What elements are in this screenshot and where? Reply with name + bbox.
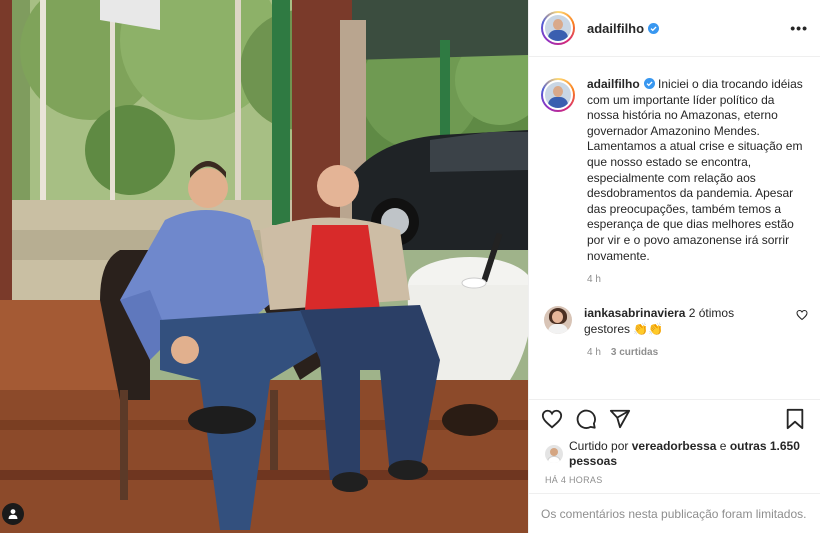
likes-summary: Curtido por vereadorbessa e outras 1.650… [529,437,820,471]
heart-icon[interactable] [541,408,563,430]
comment-text: iankasabrinaviera 2 ótimos gestores 👏👏 [584,305,778,337]
instagram-post: adailfilho ••• adailfilho Iniciei o dia … [0,0,820,533]
comment-like-heart-icon[interactable] [796,309,808,321]
liker-username[interactable]: vereadorbessa [632,439,717,453]
post-timestamp[interactable]: HÁ 4 HORAS [529,471,820,493]
photo-illustration [0,0,528,533]
more-options-button[interactable]: ••• [790,20,808,36]
comment-likes-count[interactable]: 3 curtidas [611,347,658,358]
likes-text: Curtido por vereadorbessa e outras 1.650… [569,439,800,468]
commenter-username[interactable]: iankasabrinaviera [584,306,685,320]
comment-item: iankasabrinaviera 2 ótimos gestores 👏👏 [541,305,808,337]
bookmark-icon[interactable] [784,408,806,430]
user-tag-icon [8,509,18,519]
caption: adailfilho Iniciei o dia trocando idéias… [541,77,808,264]
caption-author-avatar[interactable] [541,78,575,112]
comments-section: adailfilho Iniciei o dia trocando idéias… [529,57,820,399]
comments-limited-notice: Os comentários nesta publicação foram li… [529,493,820,533]
verified-badge-icon [643,78,655,89]
commenter-avatar[interactable] [544,306,572,335]
post-header: adailfilho ••• [529,0,820,57]
caption-body: Iniciei o dia trocando idéias com um imp… [587,77,803,263]
verified-badge-icon [648,22,660,34]
action-bar [529,399,820,437]
share-icon[interactable] [609,408,631,430]
comment-icon[interactable] [575,408,597,430]
caption-text: adailfilho Iniciei o dia trocando idéias… [587,77,808,264]
liker-avatar[interactable] [545,445,563,463]
comment-meta: 4 h 3 curtidas [587,347,808,358]
caption-author-username[interactable]: adailfilho [587,77,640,91]
author-username[interactable]: adailfilho [587,21,660,36]
author-avatar[interactable] [541,11,575,45]
post-photo[interactable] [0,0,528,533]
caption-timestamp: 4 h [587,274,601,286]
post-side-panel: adailfilho ••• adailfilho Iniciei o dia … [528,0,820,533]
comment-timestamp: 4 h [587,347,601,359]
tag-people-button[interactable] [2,503,24,525]
